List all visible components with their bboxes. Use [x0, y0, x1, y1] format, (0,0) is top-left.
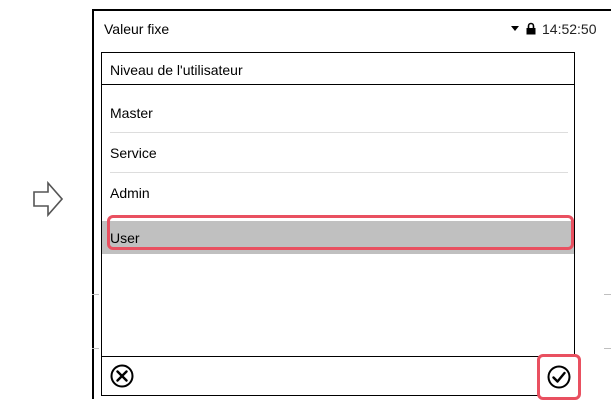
list-item-admin[interactable]: Admin — [102, 173, 574, 213]
list-item-label: Admin — [110, 185, 150, 201]
dropdown-arrow-icon[interactable] — [511, 26, 519, 31]
device-screen: Valeur fixe 14:52:50 Niveau de l'utilisa… — [92, 9, 611, 400]
list-item-label: Service — [110, 145, 157, 161]
divider — [92, 348, 99, 349]
divider — [92, 294, 99, 295]
list-item-master[interactable]: Master — [102, 93, 574, 133]
divider — [604, 348, 611, 349]
status-bar: Valeur fixe 14:52:50 — [94, 11, 611, 47]
confirm-check-icon[interactable] — [547, 365, 571, 389]
selection-highlight — [107, 215, 574, 250]
list-item-label: Master — [110, 105, 153, 121]
confirm-button[interactable] — [537, 354, 581, 400]
dialog-header: Niveau de l'utilisateur — [102, 53, 574, 85]
divider — [604, 294, 611, 295]
list-item-service[interactable]: Service — [102, 133, 574, 173]
dialog-title: Niveau de l'utilisateur — [110, 62, 243, 78]
user-level-dialog: Niveau de l'utilisateur Master Service A… — [101, 52, 581, 400]
dialog-button-bar — [102, 354, 581, 400]
clock-time: 14:52:50 — [542, 21, 597, 37]
mode-title: Valeur fixe — [104, 21, 170, 37]
cancel-icon[interactable] — [110, 364, 134, 388]
lock-icon — [526, 22, 536, 35]
pointer-arrow-icon — [33, 181, 63, 217]
